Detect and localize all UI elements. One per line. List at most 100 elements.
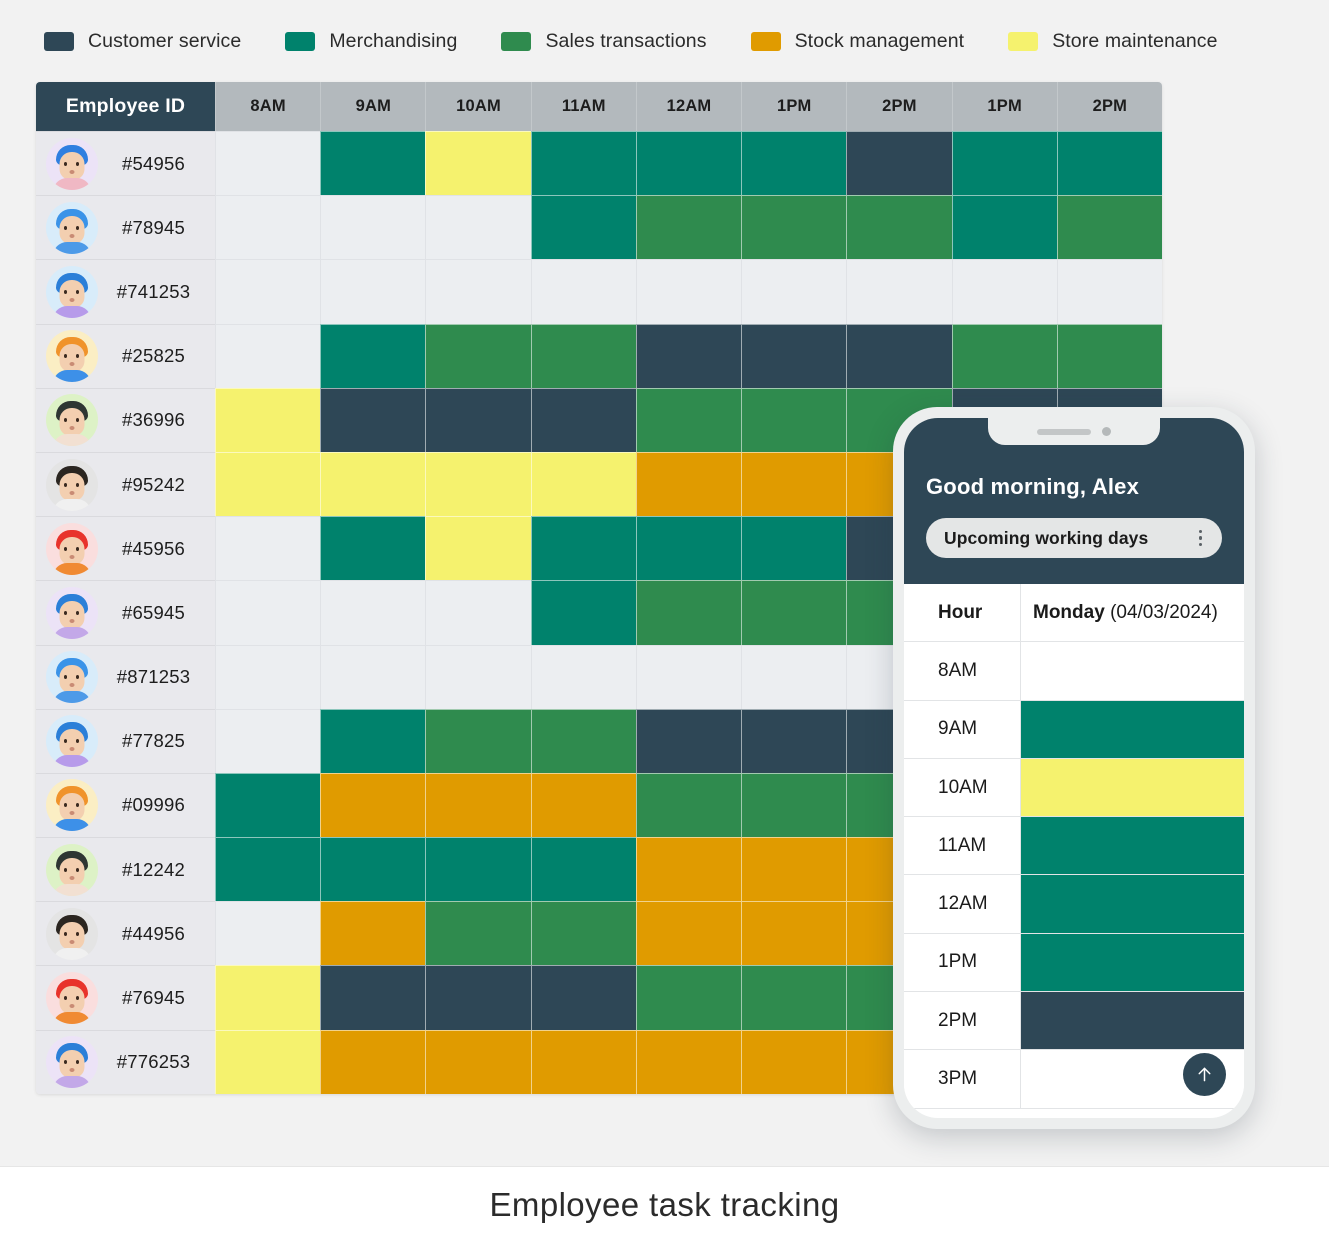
- task-cell[interactable]: [741, 131, 847, 196]
- task-cell[interactable]: [320, 387, 426, 452]
- task-cell[interactable]: [635, 387, 742, 452]
- task-cell[interactable]: [741, 516, 847, 581]
- task-cell[interactable]: [530, 259, 636, 324]
- task-cell[interactable]: [741, 451, 847, 517]
- task-cell[interactable]: [320, 131, 426, 196]
- task-cell[interactable]: [320, 580, 426, 645]
- table-row[interactable]: #741253: [36, 259, 1162, 324]
- task-cell[interactable]: [320, 451, 426, 517]
- task-cell[interactable]: [215, 387, 321, 452]
- task-cell[interactable]: [741, 708, 847, 773]
- task-cell[interactable]: [215, 580, 321, 645]
- task-cell[interactable]: [215, 516, 321, 581]
- task-cell[interactable]: [215, 1029, 321, 1094]
- task-cell[interactable]: [741, 323, 847, 388]
- task-cell[interactable]: [635, 1029, 742, 1094]
- phone-task-cell[interactable]: [1021, 875, 1244, 933]
- task-cell[interactable]: [320, 644, 426, 709]
- task-cell[interactable]: [635, 516, 742, 581]
- phone-schedule-row[interactable]: 11AM: [904, 817, 1244, 876]
- task-cell[interactable]: [215, 837, 321, 902]
- task-cell[interactable]: [530, 516, 636, 581]
- task-cell[interactable]: [530, 901, 636, 966]
- task-cell[interactable]: [1056, 259, 1162, 324]
- task-cell[interactable]: [635, 644, 742, 709]
- scroll-to-top-button[interactable]: [1183, 1053, 1226, 1096]
- phone-schedule-row[interactable]: 2PM: [904, 992, 1244, 1051]
- task-cell[interactable]: [1056, 131, 1162, 196]
- task-cell[interactable]: [530, 580, 636, 645]
- phone-schedule-row[interactable]: 1PM: [904, 933, 1244, 993]
- task-cell[interactable]: [635, 323, 742, 388]
- task-cell[interactable]: [530, 323, 636, 388]
- task-cell[interactable]: [320, 772, 426, 838]
- task-cell[interactable]: [530, 708, 636, 773]
- task-cell[interactable]: [530, 387, 636, 452]
- task-cell[interactable]: [741, 901, 847, 966]
- task-cell[interactable]: [741, 644, 847, 709]
- task-cell[interactable]: [215, 131, 321, 196]
- phone-task-cell[interactable]: [1021, 933, 1244, 992]
- task-cell[interactable]: [530, 837, 636, 902]
- phone-task-cell[interactable]: [1021, 642, 1244, 700]
- task-cell[interactable]: [530, 772, 636, 838]
- task-cell[interactable]: [530, 451, 636, 517]
- task-cell[interactable]: [530, 644, 636, 709]
- task-cell[interactable]: [530, 131, 636, 196]
- task-cell[interactable]: [425, 195, 531, 260]
- task-cell[interactable]: [635, 451, 742, 517]
- table-row[interactable]: #25825: [36, 323, 1162, 388]
- task-cell[interactable]: [425, 451, 531, 517]
- task-cell[interactable]: [425, 387, 531, 452]
- task-cell[interactable]: [215, 644, 321, 709]
- task-cell[interactable]: [635, 837, 742, 902]
- task-cell[interactable]: [635, 772, 742, 838]
- task-cell[interactable]: [635, 708, 742, 773]
- task-cell[interactable]: [741, 195, 847, 260]
- phone-task-cell[interactable]: [1021, 817, 1244, 875]
- task-cell[interactable]: [741, 772, 847, 838]
- task-cell[interactable]: [741, 837, 847, 902]
- task-cell[interactable]: [530, 195, 636, 260]
- task-cell[interactable]: [741, 387, 847, 452]
- task-cell[interactable]: [215, 451, 321, 517]
- task-cell[interactable]: [320, 516, 426, 581]
- task-cell[interactable]: [530, 1029, 636, 1094]
- phone-task-cell[interactable]: [1021, 700, 1244, 758]
- task-cell[interactable]: [530, 965, 636, 1030]
- phone-schedule-row[interactable]: 12AM: [904, 875, 1244, 934]
- task-cell[interactable]: [425, 323, 531, 388]
- task-cell[interactable]: [635, 901, 742, 966]
- task-cell[interactable]: [215, 772, 321, 838]
- task-cell[interactable]: [320, 708, 426, 773]
- task-cell[interactable]: [741, 259, 847, 324]
- task-cell[interactable]: [320, 323, 426, 388]
- task-cell[interactable]: [635, 580, 742, 645]
- task-cell[interactable]: [425, 516, 531, 581]
- task-cell[interactable]: [320, 1029, 426, 1094]
- task-cell[interactable]: [425, 837, 531, 902]
- task-cell[interactable]: [1056, 323, 1162, 388]
- phone-schedule-row[interactable]: 8AM: [904, 642, 1244, 701]
- task-cell[interactable]: [951, 131, 1057, 196]
- table-row[interactable]: #78945: [36, 195, 1162, 260]
- task-cell[interactable]: [635, 259, 742, 324]
- task-cell[interactable]: [635, 965, 742, 1030]
- task-cell[interactable]: [215, 259, 321, 324]
- task-cell[interactable]: [425, 259, 531, 324]
- task-cell[interactable]: [951, 195, 1057, 260]
- task-cell[interactable]: [425, 901, 531, 966]
- task-cell[interactable]: [951, 259, 1057, 324]
- task-cell[interactable]: [425, 580, 531, 645]
- task-cell[interactable]: [320, 259, 426, 324]
- task-cell[interactable]: [425, 644, 531, 709]
- phone-task-cell[interactable]: [1021, 758, 1244, 817]
- phone-schedule-row[interactable]: 10AM: [904, 758, 1244, 818]
- task-cell[interactable]: [846, 131, 952, 196]
- task-cell[interactable]: [425, 131, 531, 196]
- task-cell[interactable]: [846, 195, 952, 260]
- task-cell[interactable]: [846, 259, 952, 324]
- kebab-menu-icon[interactable]: [1195, 526, 1206, 550]
- task-cell[interactable]: [215, 965, 321, 1030]
- task-cell[interactable]: [1056, 195, 1162, 260]
